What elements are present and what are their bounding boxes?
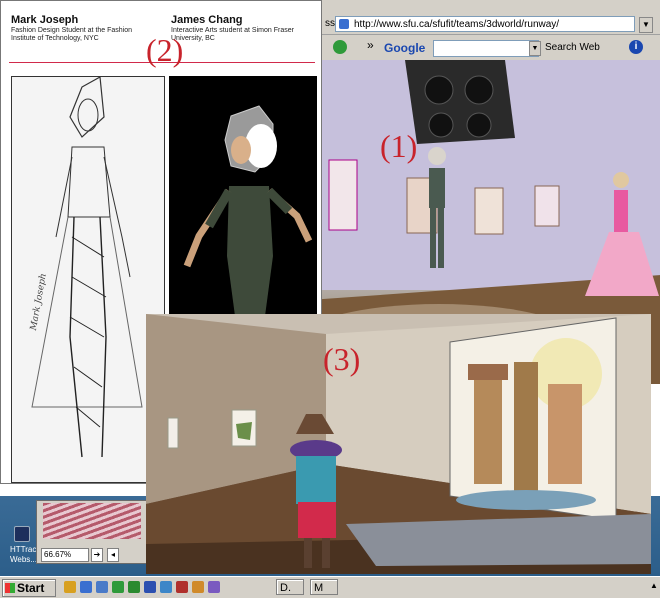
address-prefix: ss (325, 18, 335, 29)
page-icon (339, 19, 349, 29)
task-label-m: M (314, 582, 324, 594)
zoom-field[interactable]: 66.67% (41, 548, 89, 562)
windows-logo-icon (5, 583, 15, 593)
scroll-left-icon[interactable]: ◂ (107, 548, 119, 562)
artist-description: Interactive Arts student at Simon Fraser… (171, 27, 294, 42)
go-icon[interactable] (333, 40, 347, 54)
designer-name: Mark Joseph (11, 14, 79, 26)
designer-description: Fashion Design Student at the Fashion In… (11, 27, 133, 42)
chevron-right-icon[interactable]: » (367, 38, 374, 52)
palm-tree-icon[interactable] (128, 581, 140, 593)
marker-3: (3) (323, 341, 361, 377)
word-icon[interactable] (144, 581, 156, 593)
gallery-illustration (146, 314, 651, 574)
httrack-icon[interactable] (14, 526, 30, 542)
info-icon[interactable]: i (629, 40, 643, 54)
quick-launch-icon[interactable] (64, 581, 76, 593)
taskbar-folder-button[interactable]: D. (276, 579, 304, 595)
nav-arrow-icon[interactable]: ➔ (91, 548, 103, 562)
pencil-icon[interactable] (192, 581, 204, 593)
marker-1: (1) (380, 128, 418, 164)
artist-name: James Chang (171, 14, 243, 26)
taskbar-browser-button[interactable]: M (310, 579, 338, 595)
start-button[interactable]: Start (2, 579, 56, 597)
google-toolbar-label[interactable]: Google (384, 40, 425, 56)
search-dropdown-icon[interactable]: ▼ (529, 41, 541, 56)
tray-scroll-icon[interactable]: ▲ (650, 581, 658, 593)
search-web-button[interactable]: Search Web (545, 40, 600, 56)
globe-icon[interactable] (160, 581, 172, 593)
google-search-input[interactable] (433, 40, 539, 57)
mini-window-thumbnail (43, 503, 141, 539)
media-icon[interactable] (112, 581, 124, 593)
outlook-icon[interactable] (96, 581, 108, 593)
taskbar: Start D. M ▲ (0, 576, 660, 598)
fashion-sketch: Mark Joseph (11, 76, 165, 483)
start-label: Start (17, 581, 45, 595)
avatar-render-drawing (183, 105, 313, 316)
internet-explorer-icon[interactable] (80, 581, 92, 593)
3d-avatar-render (169, 76, 317, 316)
address-text: http://www.sfu.ca/sfufit/teams/3dworld/r… (354, 19, 560, 30)
totem-painting (449, 317, 617, 521)
mini-window[interactable]: 66.67% ➔ ◂ (36, 500, 148, 564)
marker-2: (2) (146, 32, 184, 68)
address-dropdown-icon[interactable]: ▼ (639, 17, 653, 33)
speaker-stack (405, 60, 515, 144)
book-icon[interactable] (208, 581, 220, 593)
gallery-scene (146, 314, 651, 574)
app-icon[interactable] (176, 581, 188, 593)
sketch-drawing (31, 76, 143, 458)
address-input[interactable]: http://www.sfu.ca/sfufit/teams/3dworld/r… (335, 16, 635, 32)
task-label-d: D. (280, 582, 291, 594)
search-web-label: Search Web (545, 42, 600, 53)
